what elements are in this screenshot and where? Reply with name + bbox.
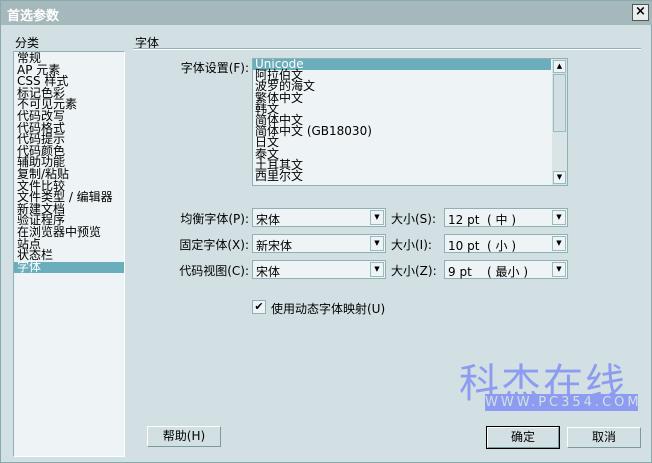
size-select-value: 12 pt ( 中 ) [448, 213, 517, 227]
size-select-value: 10 pt ( 小 ) [448, 239, 517, 253]
ok-button[interactable]: 确定 [486, 426, 560, 449]
chevron-down-icon[interactable]: ▼ [552, 262, 566, 277]
font-select[interactable]: 新宋体 ▼ [252, 234, 386, 253]
size-label: 大小(I): [391, 238, 432, 252]
font-select[interactable]: 宋体 ▼ [252, 260, 386, 279]
font-select-value: 宋体 [256, 265, 281, 279]
watermark-url: WWW.PC354.COM [485, 394, 642, 411]
encoding-item[interactable]: 日文 [253, 136, 551, 148]
chevron-down-icon[interactable]: ▼ [370, 262, 384, 277]
encoding-item[interactable]: 繁体中文 [253, 91, 551, 104]
encoding-list[interactable]: Unicode 阿拉伯文 波罗的海文 繁体中文 韩文 简体中文 简体中文 (GB18030)… [252, 58, 568, 186]
size-select-value: 9 pt ( 最小 ) [448, 265, 529, 279]
scroll-down-icon[interactable]: ▼ [553, 171, 566, 184]
encoding-scrollbar[interactable]: ▲ ▼ [552, 59, 567, 185]
font-select-value: 新宋体 [256, 239, 293, 253]
window-title: 首选参数 [7, 9, 60, 24]
category-item[interactable]: 字体 [14, 261, 124, 274]
encoding-item[interactable]: 简体中文 (GB18030) [253, 125, 551, 137]
help-button[interactable]: 帮助(H) [147, 426, 221, 447]
chevron-down-icon[interactable]: ▼ [370, 236, 384, 251]
font-select-value: 宋体 [256, 213, 281, 227]
dynamic-mapping-label[interactable]: 使用动态字体映射(U) [271, 300, 385, 317]
category-label: 分类 [15, 36, 40, 50]
size-label: 大小(Z): [391, 264, 437, 278]
size-select[interactable]: 9 pt ( 最小 ) ▼ [444, 260, 568, 279]
cancel-button[interactable]: 取消 [567, 427, 641, 448]
chevron-down-icon[interactable]: ▼ [552, 236, 566, 251]
size-select[interactable]: 12 pt ( 中 ) ▼ [444, 208, 568, 227]
font-row-label: 代码视图(C): [179, 264, 249, 278]
font-settings-label: 字体设置(F): [180, 61, 249, 75]
size-label: 大小(S): [391, 212, 437, 226]
preferences-dialog: 首选参数 × 分类 常规 AP 元素 CSS 样式 标记色彩 不可见元素 代码改写 代码格式… [0, 0, 652, 463]
font-row-label: 固定字体(X): [179, 238, 249, 252]
close-button[interactable]: × [632, 4, 649, 21]
scroll-up-icon[interactable]: ▲ [553, 60, 566, 73]
title-bar: 首选参数 × [1, 1, 652, 25]
chevron-down-icon[interactable]: ▼ [552, 210, 566, 225]
encoding-item[interactable]: 西里尔文 [253, 170, 551, 182]
divider [133, 48, 641, 50]
dynamic-mapping-checkbox[interactable]: ✔ [252, 300, 266, 314]
scrollbar-thumb[interactable] [553, 74, 566, 132]
size-select[interactable]: 10 pt ( 小 ) ▼ [444, 234, 568, 253]
chevron-down-icon[interactable]: ▼ [370, 210, 384, 225]
font-row-label: 均衡字体(P): [180, 212, 249, 226]
font-select[interactable]: 宋体 ▼ [252, 208, 386, 227]
category-list: 常规 AP 元素 CSS 样式 标记色彩 不可见元素 代码改写 代码格式 代码提示 代码颜色 辅助… [13, 51, 125, 457]
